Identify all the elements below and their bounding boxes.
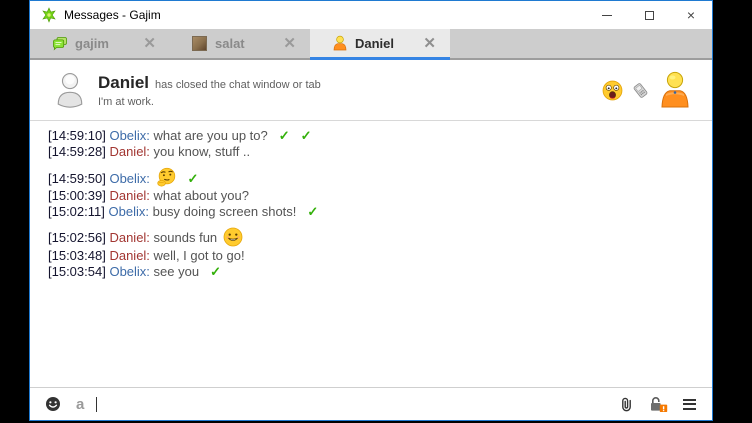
- desktop-background: Messages - Gajim × gajim ✕ s: [0, 0, 752, 423]
- message-text: what are you up to?: [154, 128, 268, 143]
- tab-label: salat: [215, 36, 245, 51]
- close-icon: ×: [687, 8, 695, 22]
- message-timestamp: [15:02:56]: [48, 230, 106, 245]
- tab-label: gajim: [75, 36, 109, 51]
- tab-salat[interactable]: salat ✕: [170, 29, 310, 58]
- delivered-check-icon: ✓: [279, 128, 290, 143]
- message-timestamp: [14:59:10]: [48, 128, 106, 143]
- message-line: [14:59:10] Obelix: what are you up to? ✓ ✓: [48, 128, 702, 144]
- tab-gajim[interactable]: gajim ✕: [30, 29, 170, 58]
- message-nick: Daniel:: [109, 248, 149, 263]
- orange-avatar-icon: [332, 35, 348, 51]
- chat-bubbles-icon: [52, 36, 68, 52]
- gajim-window: Messages - Gajim × gajim ✕ s: [29, 0, 713, 421]
- emoji-picker-icon[interactable]: [45, 396, 61, 412]
- close-button[interactable]: ×: [670, 1, 712, 29]
- tab-label: Daniel: [355, 36, 394, 51]
- delivered-check-icon: ✓: [188, 171, 199, 186]
- maximize-icon: [645, 11, 654, 20]
- gajim-app-icon: [41, 7, 57, 23]
- delivered-check-icon: ✓: [307, 204, 318, 219]
- message-input[interactable]: [96, 388, 619, 420]
- delivered-check-icon: ✓: [210, 264, 221, 279]
- message-nick: Daniel:: [109, 188, 149, 203]
- message-text: what about you?: [154, 188, 249, 203]
- message-timestamp: [15:03:54]: [48, 264, 106, 279]
- maximize-button[interactable]: [628, 1, 670, 29]
- message-group: [14:59:50] Obelix: ✓[15:00:39] Daniel: w…: [48, 167, 702, 220]
- message-line: [15:03:48] Daniel: well, I got to go!: [48, 248, 702, 264]
- message-line: [15:03:54] Obelix: see you ✓: [48, 264, 702, 280]
- tab-daniel[interactable]: Daniel ✕: [310, 29, 450, 60]
- paperclip-icon[interactable]: [619, 396, 634, 413]
- contact-name: Daniel: [98, 73, 149, 93]
- window-title: Messages - Gajim: [64, 8, 161, 22]
- message-line: [15:02:56] Daniel: sounds fun: [48, 227, 702, 248]
- contact-event-text: has closed the chat window or tab: [155, 79, 321, 91]
- message-text: well, I got to go!: [154, 248, 245, 263]
- message-line: [14:59:50] Obelix: ✓: [48, 167, 702, 188]
- text-caret: [96, 397, 97, 412]
- message-nick: Obelix:: [109, 264, 149, 279]
- message-line: [15:00:39] Daniel: what about you?: [48, 188, 702, 204]
- minimize-icon: [602, 15, 612, 16]
- message-text: see you: [154, 264, 200, 279]
- tab-close-icon[interactable]: ✕: [139, 36, 160, 51]
- contact-avatar-icon: [658, 71, 692, 109]
- message-nick: Obelix:: [109, 128, 149, 143]
- message-text: you know, stuff ..: [154, 144, 251, 159]
- message-timestamp: [15:03:48]: [48, 248, 106, 263]
- message-line: [14:59:28] Daniel: you know, stuff ..: [48, 144, 702, 160]
- titlebar[interactable]: Messages - Gajim ×: [30, 1, 712, 29]
- tab-close-icon[interactable]: ✕: [279, 36, 300, 51]
- composer-bar: a: [30, 387, 712, 420]
- message-timestamp: [15:02:11]: [48, 204, 105, 219]
- message-nick: Obelix:: [109, 171, 149, 186]
- minimize-button[interactable]: [586, 1, 628, 29]
- tab-bar: gajim ✕ salat ✕ Daniel ✕: [30, 29, 712, 60]
- message-log[interactable]: [14:59:10] Obelix: what are you up to? ✓ ✓…: [30, 121, 712, 387]
- astonished-emoji-icon: [602, 80, 623, 101]
- message-timestamp: [14:59:50]: [48, 171, 106, 186]
- message-text: busy doing screen shots!: [153, 204, 297, 219]
- encryption-lock-icon[interactable]: [649, 396, 668, 413]
- default-avatar-icon: [54, 71, 86, 109]
- message-text: sounds fun: [154, 230, 218, 245]
- message-line: [15:02:11] Obelix: busy doing screen sho…: [48, 204, 702, 220]
- photo-avatar-icon: [192, 36, 207, 51]
- message-nick: Obelix:: [109, 204, 149, 219]
- message-group: [14:59:10] Obelix: what are you up to? ✓ ✓…: [48, 128, 702, 160]
- contact-banner: Daniel has closed the chat window or tab…: [30, 60, 712, 121]
- tab-close-icon[interactable]: ✕: [419, 36, 440, 51]
- phone-icon: [630, 79, 651, 100]
- message-group: [15:02:56] Daniel: sounds fun [15:03:48]…: [48, 227, 702, 280]
- thinking-emoji-icon: [156, 167, 177, 188]
- delivered-check-icon: ✓: [301, 128, 312, 143]
- message-nick: Daniel:: [109, 230, 149, 245]
- menu-icon[interactable]: [683, 399, 696, 410]
- smile-emoji-icon: [223, 227, 244, 248]
- message-timestamp: [14:59:28]: [48, 144, 106, 159]
- message-nick: Daniel:: [109, 144, 149, 159]
- status-message: I'm at work.: [98, 96, 321, 108]
- format-icon[interactable]: a: [76, 397, 84, 412]
- message-timestamp: [15:00:39]: [48, 188, 106, 203]
